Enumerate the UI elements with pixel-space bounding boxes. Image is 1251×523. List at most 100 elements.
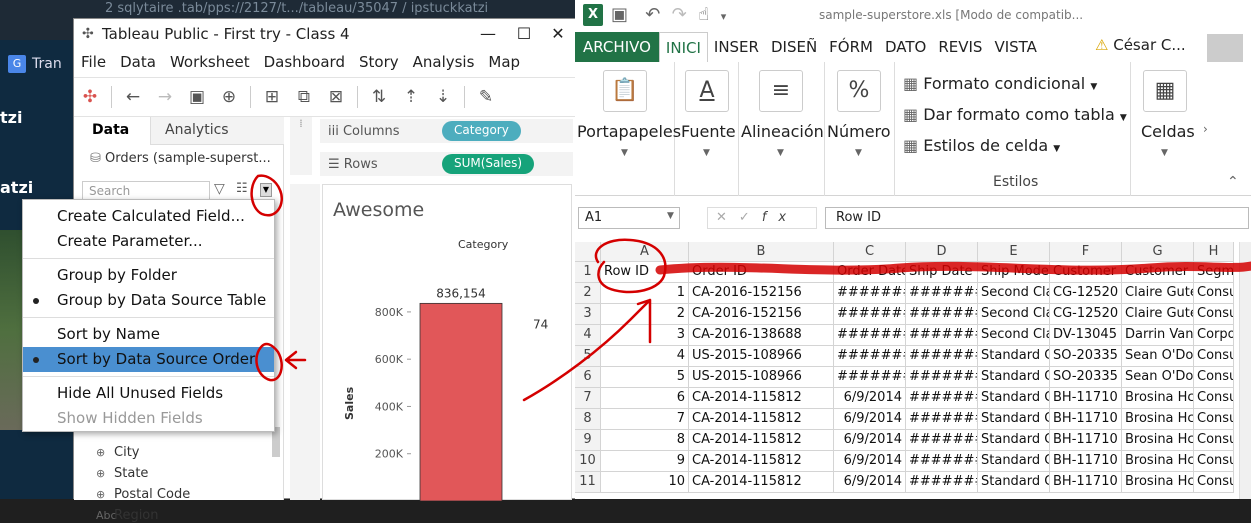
table-cell[interactable]: Standard C bbox=[978, 451, 1050, 472]
sort-desc-icon[interactable]: ⇣ bbox=[430, 84, 456, 110]
table-cell[interactable]: Brosina Hc bbox=[1122, 430, 1194, 451]
pane-menu-dropdown-icon[interactable]: ▼ bbox=[260, 183, 272, 197]
table-cell[interactable]: Order ID bbox=[689, 262, 834, 283]
table-cell[interactable]: 1 bbox=[601, 283, 689, 304]
table-cell[interactable]: Sean O'Do bbox=[1122, 367, 1194, 388]
table-cell[interactable]: 3 bbox=[601, 325, 689, 346]
table-cell[interactable]: ######## bbox=[906, 409, 978, 430]
table-cell[interactable]: US-2015-108966 bbox=[689, 367, 834, 388]
menu-story[interactable]: Story bbox=[352, 49, 406, 77]
table-cell[interactable]: CA-2016-138688 bbox=[689, 325, 834, 346]
minimize-button[interactable]: — bbox=[474, 22, 502, 46]
table-cell[interactable]: Second Cla bbox=[978, 283, 1050, 304]
group-portapapeles[interactable]: 📋 Portapapeles ▼ bbox=[575, 62, 681, 196]
table-cell[interactable]: CA-2016-152156 bbox=[689, 304, 834, 325]
table-cell[interactable]: BH-11710 bbox=[1050, 388, 1122, 409]
table-cell[interactable]: Standard C bbox=[978, 472, 1050, 493]
table-cell[interactable]: ######## bbox=[906, 283, 978, 304]
formula-buttons[interactable]: ✕✓fx bbox=[707, 207, 817, 229]
tab-analytics[interactable]: Analytics bbox=[150, 117, 284, 145]
table-cell[interactable]: Claire Gute bbox=[1122, 304, 1194, 325]
table-cell[interactable]: 6 bbox=[601, 388, 689, 409]
column-header[interactable]: C bbox=[834, 242, 906, 262]
table-cell[interactable]: DV-13045 bbox=[1050, 325, 1122, 346]
table-cell[interactable]: BH-11710 bbox=[1050, 409, 1122, 430]
row-header[interactable]: 5 bbox=[575, 346, 601, 367]
table-cell[interactable]: 5 bbox=[601, 367, 689, 388]
menu-group-by-folder[interactable]: Group by Folder bbox=[23, 263, 274, 288]
estilos-celda-button[interactable]: ▦ Estilos de celda ▼ bbox=[903, 136, 1060, 155]
tab-insertar[interactable]: INSER bbox=[708, 32, 765, 62]
row-header[interactable]: 3 bbox=[575, 304, 601, 325]
menu-sort-by-name[interactable]: Sort by Name bbox=[23, 322, 274, 347]
tab-datos[interactable]: DATO bbox=[879, 32, 932, 62]
worksheet-view[interactable]: Awesome Category 800K 600K 400K 200K Sales 83… bbox=[322, 184, 572, 501]
table-cell[interactable]: Standard C bbox=[978, 430, 1050, 451]
table-cell[interactable]: Order Date bbox=[834, 262, 906, 283]
table-cell[interactable]: ######## bbox=[906, 451, 978, 472]
chevron-down-icon[interactable]: ▼ bbox=[667, 211, 674, 221]
table-cell[interactable]: 10 bbox=[601, 472, 689, 493]
field-search-input[interactable]: Search bbox=[82, 181, 210, 201]
new-datasource-icon[interactable]: ⊕ bbox=[216, 84, 242, 110]
fx-icon[interactable]: fx bbox=[762, 210, 798, 225]
table-cell[interactable]: ######## bbox=[906, 346, 978, 367]
column-header[interactable]: G bbox=[1122, 242, 1194, 262]
table-cell[interactable]: Brosina Hc bbox=[1122, 409, 1194, 430]
filter-icon[interactable]: ▽ bbox=[214, 181, 225, 197]
table-cell[interactable]: Consu bbox=[1194, 367, 1234, 388]
redo-icon[interactable]: → bbox=[152, 84, 178, 110]
table-cell[interactable]: 2 bbox=[601, 304, 689, 325]
category-pill[interactable]: Category bbox=[442, 121, 521, 141]
close-button[interactable]: ✕ bbox=[544, 22, 572, 46]
table-cell[interactable]: CA-2016-152156 bbox=[689, 283, 834, 304]
menu-worksheet[interactable]: Worksheet bbox=[163, 49, 257, 77]
enter-icon[interactable]: ✓ bbox=[739, 210, 762, 225]
row-header[interactable]: 7 bbox=[575, 388, 601, 409]
table-cell[interactable]: Consu bbox=[1194, 388, 1234, 409]
dar-formato-tabla-button[interactable]: ▦ Dar formato como tabla ▼ bbox=[903, 105, 1127, 124]
menu-create-calculated-field[interactable]: Create Calculated Field... bbox=[23, 204, 274, 229]
table-cell[interactable]: Standard C bbox=[978, 346, 1050, 367]
group-numero[interactable]: % Número ▼ bbox=[825, 62, 895, 196]
table-cell[interactable]: CA-2014-115812 bbox=[689, 430, 834, 451]
user-account[interactable]: ⚠ César C... bbox=[1095, 36, 1186, 54]
table-cell[interactable]: ######## bbox=[834, 283, 906, 304]
table-cell[interactable]: Consu bbox=[1194, 472, 1234, 493]
maximize-button[interactable]: ☐ bbox=[510, 22, 538, 46]
table-cell[interactable]: Consu bbox=[1194, 304, 1234, 325]
translate-extension[interactable]: G Tran bbox=[8, 52, 78, 76]
table-cell[interactable]: Claire Gute bbox=[1122, 283, 1194, 304]
table-cell[interactable]: Segm bbox=[1194, 262, 1234, 283]
table-cell[interactable]: SO-20335 bbox=[1050, 346, 1122, 367]
browser-omnibox[interactable]: 2 sqlytaire .tab/pps://2127/t.../tableau… bbox=[75, 0, 575, 18]
column-header[interactable]: F bbox=[1050, 242, 1122, 262]
highlight-icon[interactable]: ✎ bbox=[473, 84, 499, 110]
rows-shelf[interactable]: ☰ Rows SUM(Sales) bbox=[320, 152, 573, 176]
tab-formulas[interactable]: FÓRM bbox=[823, 32, 879, 62]
table-cell[interactable]: BH-11710 bbox=[1050, 451, 1122, 472]
redo-icon[interactable]: ↷ bbox=[672, 4, 687, 25]
save-icon[interactable]: ▣ bbox=[611, 4, 628, 25]
table-cell[interactable]: Consu bbox=[1194, 283, 1234, 304]
table-cell[interactable]: CG-12520 bbox=[1050, 283, 1122, 304]
spreadsheet-grid[interactable]: A B C D E F G H 1 Row ID Order ID Order Date Ship Da… bbox=[575, 242, 1251, 499]
group-celdas[interactable]: ▦ Celdas ▼ bbox=[1131, 62, 1201, 196]
table-cell[interactable]: Brosina Hc bbox=[1122, 388, 1194, 409]
touch-mode-icon[interactable]: ☝ bbox=[698, 4, 709, 25]
table-cell[interactable]: ######## bbox=[906, 472, 978, 493]
view-options-icon[interactable]: ☷ bbox=[236, 181, 248, 196]
table-cell[interactable]: US-2015-108966 bbox=[689, 346, 834, 367]
table-cell[interactable]: BH-11710 bbox=[1050, 472, 1122, 493]
table-cell[interactable]: Standard C bbox=[978, 367, 1050, 388]
row-header[interactable]: 2 bbox=[575, 283, 601, 304]
row-header[interactable]: 1 bbox=[575, 262, 601, 283]
tab-archivo[interactable]: ARCHIVO bbox=[575, 32, 659, 62]
table-cell[interactable]: Darrin Van bbox=[1122, 325, 1194, 346]
table-cell[interactable]: Consu bbox=[1194, 409, 1234, 430]
table-cell[interactable]: CA-2014-115812 bbox=[689, 451, 834, 472]
table-cell[interactable]: CA-2014-115812 bbox=[689, 472, 834, 493]
table-cell[interactable]: Customer N bbox=[1122, 262, 1194, 283]
table-cell[interactable]: CA-2014-115812 bbox=[689, 388, 834, 409]
tab-vista[interactable]: VISTA bbox=[988, 32, 1042, 62]
